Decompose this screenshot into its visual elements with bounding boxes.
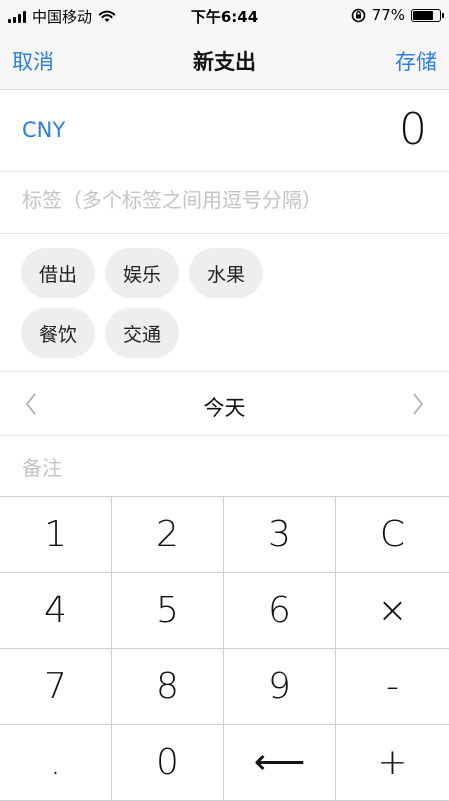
key-5[interactable]: 5 [112,573,224,649]
battery-fill [413,10,433,20]
tag-chip[interactable]: 餐饮 [21,308,95,358]
rotation-lock-icon [351,8,365,22]
key-4[interactable]: 4 [0,573,112,649]
key-9[interactable]: 9 [224,649,336,725]
save-button[interactable]: 存储 [395,46,437,76]
tag-chip[interactable]: 交通 [105,308,179,358]
tag-suggestions: 借出 娱乐 水果 餐饮 交通 [0,234,449,372]
key-1[interactable]: 1 [0,497,112,573]
key-plus[interactable]: + [336,725,449,801]
amount-row: CNY 0 [0,90,449,172]
key-backspace[interactable]: ⟵ [224,725,336,801]
note-input[interactable] [22,456,422,480]
status-bar: 中国移动 下午6:44 77% [0,0,449,32]
key-2[interactable]: 2 [112,497,224,573]
key-decimal[interactable]: . [0,725,112,801]
key-8[interactable]: 8 [112,649,224,725]
status-right: 77% [351,6,444,24]
key-0[interactable]: 0 [112,725,224,801]
battery-icon [411,8,444,22]
navigation-bar: 取消 新支出 存储 [0,32,449,90]
tag-chip[interactable]: 借出 [21,248,95,298]
page-title: 新支出 [193,50,256,74]
tags-input[interactable] [22,188,422,212]
key-multiply[interactable]: × [336,573,449,649]
chevron-right-icon[interactable] [411,392,425,416]
currency-selector[interactable]: CNY [22,118,65,142]
tags-row [0,172,449,234]
date-label[interactable]: 今天 [0,392,449,422]
amount-display: 0 [399,104,427,155]
keypad: 1 2 3 C 4 5 6 × 7 8 9 - . 0 ⟵ + [0,496,449,801]
note-row [0,436,449,496]
battery-percent: 77% [371,6,405,24]
key-3[interactable]: 3 [224,497,336,573]
tag-chip[interactable]: 水果 [189,248,263,298]
date-row: 今天 [0,372,449,436]
key-6[interactable]: 6 [224,573,336,649]
key-minus[interactable]: - [336,649,449,725]
key-7[interactable]: 7 [0,649,112,725]
tag-chip[interactable]: 娱乐 [105,248,179,298]
key-clear[interactable]: C [336,497,449,573]
